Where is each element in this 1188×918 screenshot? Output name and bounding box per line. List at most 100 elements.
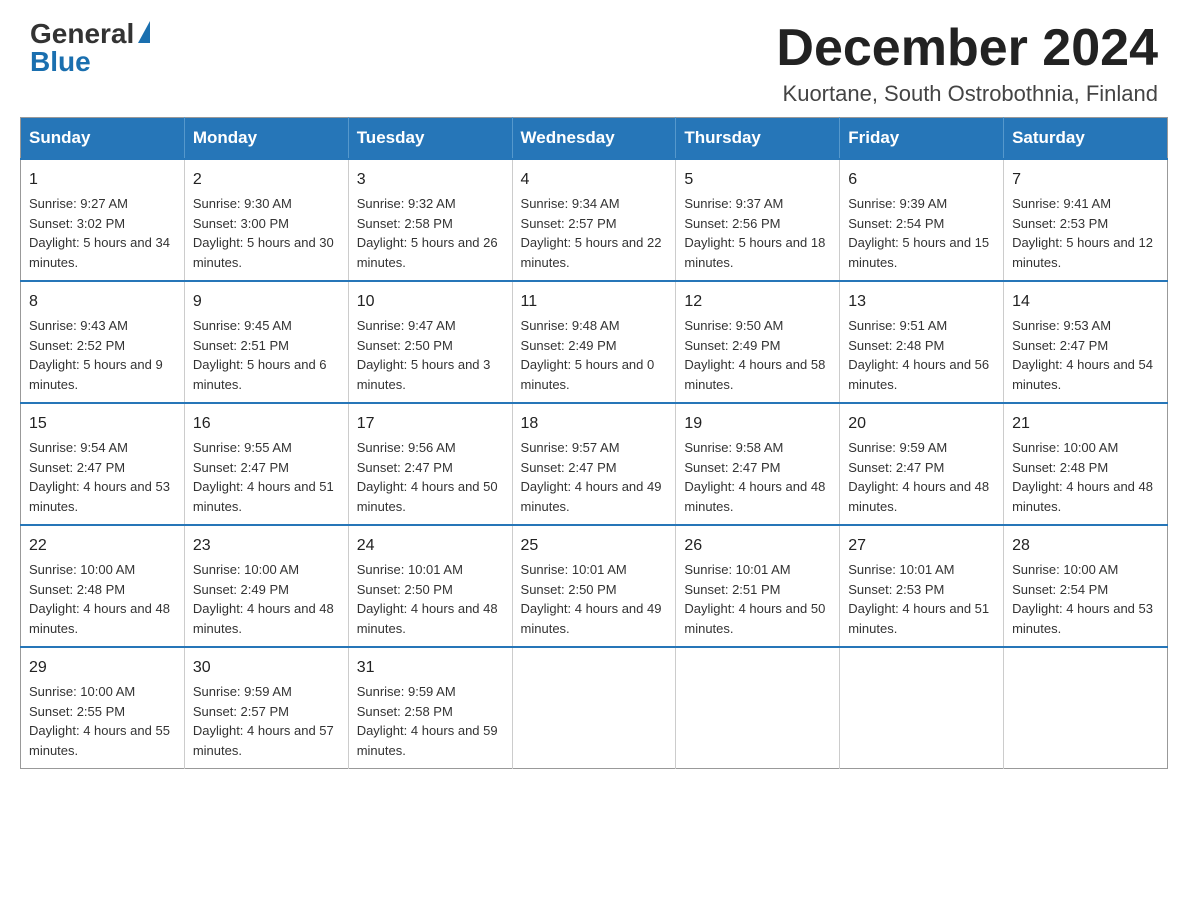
day-info: Sunrise: 10:00 AMSunset: 2:55 PMDaylight… <box>29 684 170 758</box>
day-number: 18 <box>521 412 668 436</box>
day-info: Sunrise: 9:48 AMSunset: 2:49 PMDaylight:… <box>521 318 655 392</box>
day-info: Sunrise: 9:59 AMSunset: 2:57 PMDaylight:… <box>193 684 334 758</box>
calendar-cell: 25Sunrise: 10:01 AMSunset: 2:50 PMDaylig… <box>512 525 676 647</box>
calendar-cell: 4Sunrise: 9:34 AMSunset: 2:57 PMDaylight… <box>512 159 676 281</box>
month-title: December 2024 <box>776 20 1158 77</box>
calendar-cell: 15 Sunrise: 9:54 AMSunset: 2:47 PMDayligh… <box>21 403 185 525</box>
logo-blue-text: Blue <box>30 48 91 76</box>
weekday-header-wednesday: Wednesday <box>512 118 676 160</box>
day-info: Sunrise: 9:30 AMSunset: 3:00 PMDaylight:… <box>193 196 334 270</box>
calendar-cell: 30 Sunrise: 9:59 AMSunset: 2:57 PMDayligh… <box>184 647 348 769</box>
day-number: 31 <box>357 656 504 680</box>
calendar-cell <box>676 647 840 769</box>
day-info: Sunrise: 10:01 AMSunset: 2:50 PMDaylight… <box>521 562 662 636</box>
day-number: 9 <box>193 290 340 314</box>
day-number: 16 <box>193 412 340 436</box>
day-info: Sunrise: 9:57 AMSunset: 2:47 PMDaylight:… <box>521 440 662 514</box>
day-number: 24 <box>357 534 504 558</box>
day-number: 7 <box>1012 168 1159 192</box>
day-info: Sunrise: 10:01 AMSunset: 2:51 PMDaylight… <box>684 562 825 636</box>
calendar-cell: 16 Sunrise: 9:55 AMSunset: 2:47 PMDayligh… <box>184 403 348 525</box>
calendar-cell: 13Sunrise: 9:51 AMSunset: 2:48 PMDayligh… <box>840 281 1004 403</box>
page-header: General Blue December 2024 Kuortane, Sou… <box>0 0 1188 117</box>
day-number: 1 <box>29 168 176 192</box>
calendar-header: SundayMondayTuesdayWednesdayThursdayFrid… <box>21 118 1168 160</box>
day-info: Sunrise: 10:00 AMSunset: 2:49 PMDaylight… <box>193 562 334 636</box>
weekday-header-tuesday: Tuesday <box>348 118 512 160</box>
day-number: 12 <box>684 290 831 314</box>
day-number: 6 <box>848 168 995 192</box>
weekday-header-saturday: Saturday <box>1004 118 1168 160</box>
calendar-cell: 2Sunrise: 9:30 AMSunset: 3:00 PMDaylight… <box>184 159 348 281</box>
day-info: Sunrise: 9:41 AMSunset: 2:53 PMDaylight:… <box>1012 196 1153 270</box>
week-row-1: 1 Sunrise: 9:27 AMSunset: 3:02 PMDaylight… <box>21 159 1168 281</box>
day-number: 3 <box>357 168 504 192</box>
day-number: 4 <box>521 168 668 192</box>
day-info: Sunrise: 9:55 AMSunset: 2:47 PMDaylight:… <box>193 440 334 514</box>
calendar-cell: 19 Sunrise: 9:58 AMSunset: 2:47 PMDayligh… <box>676 403 840 525</box>
day-number: 29 <box>29 656 176 680</box>
calendar-cell: 8Sunrise: 9:43 AMSunset: 2:52 PMDaylight… <box>21 281 185 403</box>
calendar-body: 1 Sunrise: 9:27 AMSunset: 3:02 PMDaylight… <box>21 159 1168 769</box>
calendar-cell: 24Sunrise: 10:01 AMSunset: 2:50 PMDaylig… <box>348 525 512 647</box>
day-number: 19 <box>684 412 831 436</box>
day-info: Sunrise: 9:50 AMSunset: 2:49 PMDaylight:… <box>684 318 825 392</box>
calendar-cell: 28 Sunrise: 10:00 AMSunset: 2:54 PMDaylig… <box>1004 525 1168 647</box>
calendar-cell: 17 Sunrise: 9:56 AMSunset: 2:47 PMDayligh… <box>348 403 512 525</box>
day-info: Sunrise: 9:45 AMSunset: 2:51 PMDaylight:… <box>193 318 327 392</box>
week-row-4: 22 Sunrise: 10:00 AMSunset: 2:48 PMDaylig… <box>21 525 1168 647</box>
day-info: Sunrise: 10:00 AMSunset: 2:48 PMDaylight… <box>1012 440 1153 514</box>
calendar-cell: 29 Sunrise: 10:00 AMSunset: 2:55 PMDaylig… <box>21 647 185 769</box>
week-row-2: 8Sunrise: 9:43 AMSunset: 2:52 PMDaylight… <box>21 281 1168 403</box>
calendar-cell: 14Sunrise: 9:53 AMSunset: 2:47 PMDayligh… <box>1004 281 1168 403</box>
calendar-cell: 18 Sunrise: 9:57 AMSunset: 2:47 PMDayligh… <box>512 403 676 525</box>
calendar-table: SundayMondayTuesdayWednesdayThursdayFrid… <box>20 117 1168 769</box>
logo: General Blue <box>30 20 150 76</box>
calendar-cell <box>512 647 676 769</box>
day-info: Sunrise: 9:56 AMSunset: 2:47 PMDaylight:… <box>357 440 498 514</box>
day-number: 21 <box>1012 412 1159 436</box>
calendar-cell: 27 Sunrise: 10:01 AMSunset: 2:53 PMDaylig… <box>840 525 1004 647</box>
calendar-cell: 7 Sunrise: 9:41 AMSunset: 2:53 PMDaylight… <box>1004 159 1168 281</box>
calendar-wrapper: SundayMondayTuesdayWednesdayThursdayFrid… <box>0 117 1188 789</box>
day-info: Sunrise: 10:00 AMSunset: 2:48 PMDaylight… <box>29 562 170 636</box>
day-info: Sunrise: 9:32 AMSunset: 2:58 PMDaylight:… <box>357 196 498 270</box>
day-number: 10 <box>357 290 504 314</box>
day-number: 8 <box>29 290 176 314</box>
calendar-cell: 12 Sunrise: 9:50 AMSunset: 2:49 PMDayligh… <box>676 281 840 403</box>
day-number: 5 <box>684 168 831 192</box>
day-info: Sunrise: 9:51 AMSunset: 2:48 PMDaylight:… <box>848 318 989 392</box>
day-number: 26 <box>684 534 831 558</box>
calendar-cell: 31Sunrise: 9:59 AMSunset: 2:58 PMDayligh… <box>348 647 512 769</box>
week-row-3: 15 Sunrise: 9:54 AMSunset: 2:47 PMDayligh… <box>21 403 1168 525</box>
day-info: Sunrise: 10:00 AMSunset: 2:54 PMDaylight… <box>1012 562 1153 636</box>
weekday-header-thursday: Thursday <box>676 118 840 160</box>
day-number: 23 <box>193 534 340 558</box>
day-number: 28 <box>1012 534 1159 558</box>
calendar-cell: 22 Sunrise: 10:00 AMSunset: 2:48 PMDaylig… <box>21 525 185 647</box>
day-info: Sunrise: 9:58 AMSunset: 2:47 PMDaylight:… <box>684 440 825 514</box>
day-number: 20 <box>848 412 995 436</box>
calendar-cell: 11 Sunrise: 9:48 AMSunset: 2:49 PMDayligh… <box>512 281 676 403</box>
calendar-cell <box>840 647 1004 769</box>
calendar-cell: 5Sunrise: 9:37 AMSunset: 2:56 PMDaylight… <box>676 159 840 281</box>
weekday-header-sunday: Sunday <box>21 118 185 160</box>
day-info: Sunrise: 9:53 AMSunset: 2:47 PMDaylight:… <box>1012 318 1153 392</box>
calendar-cell: 10 Sunrise: 9:47 AMSunset: 2:50 PMDayligh… <box>348 281 512 403</box>
day-number: 15 <box>29 412 176 436</box>
day-number: 11 <box>521 290 668 314</box>
title-area: December 2024 Kuortane, South Ostrobothn… <box>776 20 1158 107</box>
week-row-5: 29 Sunrise: 10:00 AMSunset: 2:55 PMDaylig… <box>21 647 1168 769</box>
calendar-cell: 21 Sunrise: 10:00 AMSunset: 2:48 PMDaylig… <box>1004 403 1168 525</box>
day-info: Sunrise: 9:27 AMSunset: 3:02 PMDaylight:… <box>29 196 170 270</box>
calendar-cell: 9 Sunrise: 9:45 AMSunset: 2:51 PMDaylight… <box>184 281 348 403</box>
day-info: Sunrise: 9:54 AMSunset: 2:47 PMDaylight:… <box>29 440 170 514</box>
day-number: 30 <box>193 656 340 680</box>
day-info: Sunrise: 10:01 AMSunset: 2:53 PMDaylight… <box>848 562 989 636</box>
day-number: 27 <box>848 534 995 558</box>
day-number: 17 <box>357 412 504 436</box>
day-number: 22 <box>29 534 176 558</box>
day-info: Sunrise: 9:47 AMSunset: 2:50 PMDaylight:… <box>357 318 491 392</box>
day-info: Sunrise: 9:59 AMSunset: 2:47 PMDaylight:… <box>848 440 989 514</box>
weekday-header-friday: Friday <box>840 118 1004 160</box>
